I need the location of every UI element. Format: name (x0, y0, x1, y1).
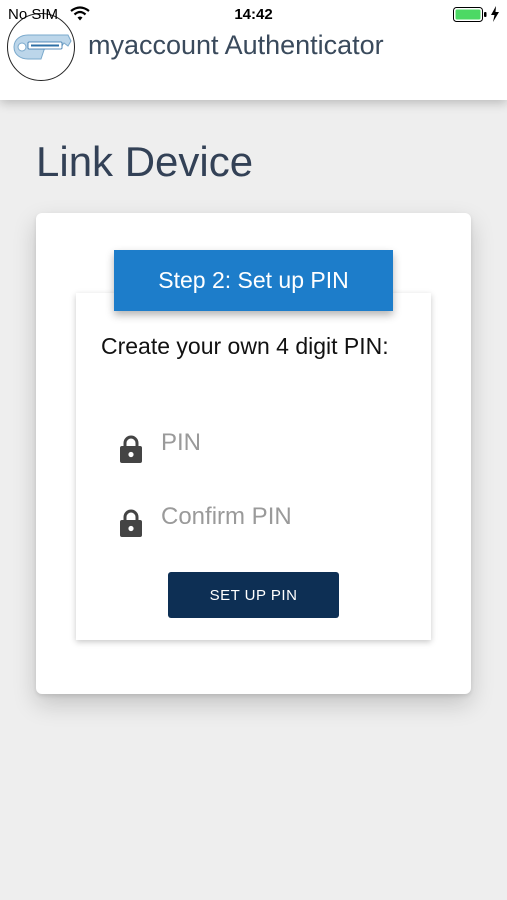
battery-icon (453, 7, 487, 22)
status-time: 14:42 (234, 6, 273, 23)
set-up-pin-button[interactable]: SET UP PIN (168, 572, 339, 618)
pin-field-row (116, 426, 406, 466)
lock-icon (120, 435, 142, 463)
link-device-card: Create your own 4 digit PIN: SET UP PIN … (36, 213, 471, 694)
status-bar: No SIM 14:42 (0, 0, 507, 30)
confirm-pin-input[interactable] (161, 500, 391, 534)
lock-icon (120, 509, 142, 537)
pin-input[interactable] (161, 426, 391, 460)
step-banner: Step 2: Set up PIN (114, 250, 393, 311)
charging-bolt-icon (491, 6, 499, 22)
pin-setup-card: Create your own 4 digit PIN: SET UP PIN (76, 293, 431, 640)
pin-instruction: Create your own 4 digit PIN: (101, 333, 389, 359)
app-title: myaccount Authenticator (88, 30, 384, 60)
confirm-pin-field-row (116, 500, 406, 540)
page-title: Link Device (36, 138, 254, 185)
